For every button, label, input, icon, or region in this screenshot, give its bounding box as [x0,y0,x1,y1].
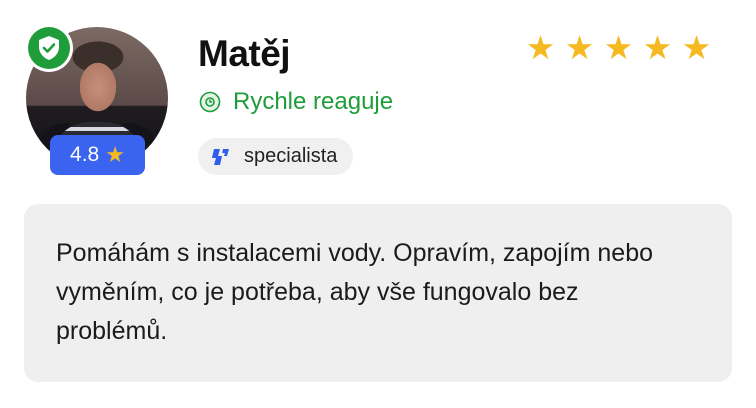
specialist-logo-icon [212,148,229,165]
star-icon: ★ [105,142,125,167]
star-rating: ★ ★ ★ ★ ★ [524,31,713,64]
star-icon: ★ [525,29,556,66]
star-icon: ★ [564,29,595,66]
rating-badge: 4.8 ★ [50,135,145,175]
response-label: Rychle reaguje [233,88,394,115]
chip-label: specialista [244,145,338,167]
specialist-chip[interactable]: specialista [198,138,354,175]
bio-text: Pomáhám s instalacemi vody. Opravím, zap… [56,239,654,345]
response-status: Rychle reaguje [199,88,393,116]
rating-value: 4.8 [70,143,100,166]
bio-box: Pomáhám s instalacemi vody. Opravím, zap… [24,204,732,382]
profile-name: Matěj [198,33,291,74]
verified-shield-icon [28,27,70,69]
star-icon: ★ [681,29,712,66]
clock-icon [199,91,221,113]
star-icon: ★ [603,29,634,66]
avatar-container[interactable]: 4.8 ★ [26,27,168,175]
star-icon: ★ [642,29,673,66]
